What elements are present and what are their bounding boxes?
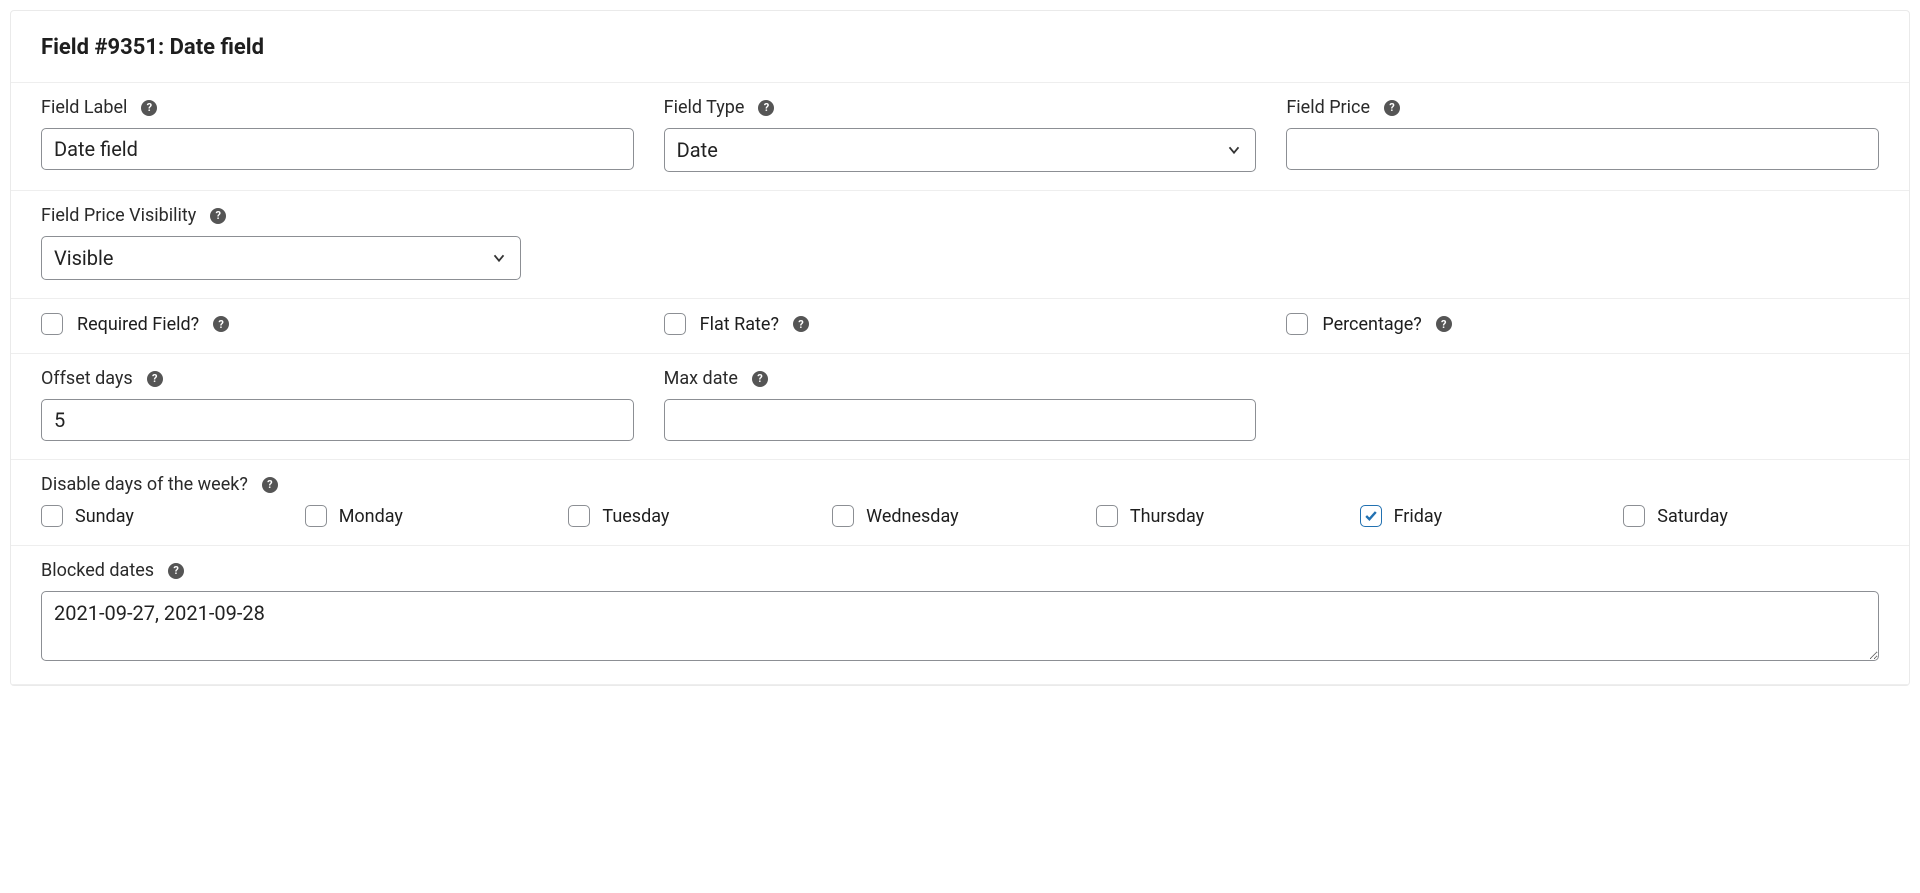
flat-rate-option: Flat Rate? ? — [664, 313, 1257, 335]
disable-days-label: Disable days of the week? — [41, 474, 248, 495]
day-label: Tuesday — [602, 506, 669, 527]
price-visibility-label: Field Price Visibility — [41, 205, 196, 226]
required-field-label: Required Field? — [77, 314, 199, 335]
percentage-option: Percentage? ? — [1286, 313, 1879, 335]
day-label: Wednesday — [866, 506, 959, 527]
blocked-dates-label: Blocked dates — [41, 560, 154, 581]
day-tuesday-checkbox[interactable] — [568, 505, 590, 527]
field-price-label: Field Price — [1286, 97, 1370, 118]
help-icon[interactable]: ? — [1436, 316, 1452, 332]
section-flags: Required Field? ? Flat Rate? ? Percentag… — [11, 299, 1909, 354]
help-icon[interactable]: ? — [141, 100, 157, 116]
section-basic: Field Label ? Field Type ? Date — [11, 83, 1909, 191]
help-icon[interactable]: ? — [1384, 100, 1400, 116]
percentage-checkbox[interactable] — [1286, 313, 1308, 335]
help-icon[interactable]: ? — [147, 371, 163, 387]
blocked-dates-textarea[interactable] — [41, 591, 1879, 661]
field-type-label: Field Type — [664, 97, 745, 118]
day-saturday: Saturday — [1623, 505, 1879, 527]
price-visibility-group: Field Price Visibility ? Visible — [41, 205, 521, 280]
required-field-checkbox[interactable] — [41, 313, 63, 335]
flat-rate-checkbox[interactable] — [664, 313, 686, 335]
section-price-visibility: Field Price Visibility ? Visible — [11, 191, 1909, 299]
percentage-label: Percentage? — [1322, 314, 1421, 335]
flat-rate-label: Flat Rate? — [700, 314, 779, 335]
day-label: Saturday — [1657, 506, 1728, 527]
day-thursday: Thursday — [1096, 505, 1352, 527]
field-price-input[interactable] — [1286, 128, 1879, 170]
day-monday: Monday — [305, 505, 561, 527]
max-date-input[interactable] — [664, 399, 1257, 441]
help-icon[interactable]: ? — [213, 316, 229, 332]
section-dates: Offset days ? Max date ? — [11, 354, 1909, 460]
panel-title: Field #9351: Date field — [11, 11, 1909, 83]
field-label-input[interactable] — [41, 128, 634, 170]
help-icon[interactable]: ? — [168, 563, 184, 579]
day-thursday-checkbox[interactable] — [1096, 505, 1118, 527]
section-blocked-dates: Blocked dates ? — [11, 546, 1909, 685]
help-icon[interactable]: ? — [758, 100, 774, 116]
section-disable-days: Disable days of the week? ? Sunday Monda… — [11, 460, 1909, 546]
day-sunday: Sunday — [41, 505, 297, 527]
chevron-down-icon — [1225, 141, 1243, 159]
day-friday: Friday — [1360, 505, 1616, 527]
field-price-group: Field Price ? — [1286, 97, 1879, 172]
day-monday-checkbox[interactable] — [305, 505, 327, 527]
day-friday-checkbox[interactable] — [1360, 505, 1382, 527]
required-field-option: Required Field? ? — [41, 313, 634, 335]
day-label: Sunday — [75, 506, 134, 527]
help-icon[interactable]: ? — [752, 371, 768, 387]
price-visibility-select[interactable]: Visible — [41, 236, 521, 280]
help-icon[interactable]: ? — [793, 316, 809, 332]
offset-days-input[interactable] — [41, 399, 634, 441]
field-settings-panel: Field #9351: Date field Field Label ? Fi… — [10, 10, 1910, 686]
max-date-group: Max date ? — [664, 368, 1257, 441]
max-date-label: Max date — [664, 368, 738, 389]
field-type-select[interactable]: Date — [664, 128, 1257, 172]
field-type-group: Field Type ? Date — [664, 97, 1257, 172]
day-saturday-checkbox[interactable] — [1623, 505, 1645, 527]
chevron-down-icon — [490, 249, 508, 267]
day-tuesday: Tuesday — [568, 505, 824, 527]
field-label-label: Field Label — [41, 97, 127, 118]
help-icon[interactable]: ? — [262, 477, 278, 493]
field-type-value: Date — [677, 138, 718, 162]
day-wednesday: Wednesday — [832, 505, 1088, 527]
day-label: Thursday — [1130, 506, 1204, 527]
field-label-group: Field Label ? — [41, 97, 634, 172]
day-sunday-checkbox[interactable] — [41, 505, 63, 527]
offset-days-label: Offset days — [41, 368, 133, 389]
price-visibility-value: Visible — [54, 246, 113, 270]
help-icon[interactable]: ? — [210, 208, 226, 224]
day-label: Friday — [1394, 506, 1443, 527]
day-label: Monday — [339, 506, 403, 527]
offset-days-group: Offset days ? — [41, 368, 634, 441]
day-wednesday-checkbox[interactable] — [832, 505, 854, 527]
days-row: Sunday Monday Tuesday Wednesday Thursday… — [41, 505, 1879, 527]
